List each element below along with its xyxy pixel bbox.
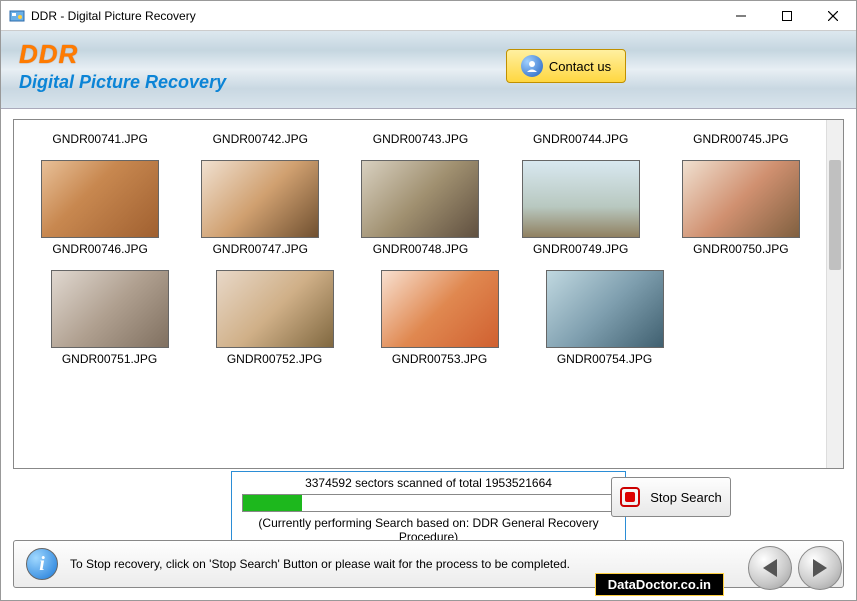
stop-search-button[interactable]: Stop Search: [611, 477, 731, 517]
thumbnail-image: [216, 270, 334, 348]
thumbnail-image: [201, 160, 319, 238]
progress-fill: [243, 495, 302, 511]
thumbnail-item[interactable]: GNDR00741.JPG: [23, 128, 178, 152]
thumbnail-label: GNDR00742.JPG: [183, 132, 338, 146]
thumbnail-label: GNDR00754.JPG: [527, 352, 682, 366]
contact-us-button[interactable]: Contact us: [506, 49, 626, 83]
thumbnail-item[interactable]: GNDR00751.JPG: [32, 262, 187, 372]
thumbnail-item[interactable]: GNDR00747.JPG: [183, 152, 338, 262]
contact-person-icon: [521, 55, 543, 77]
progress-status-text: 3374592 sectors scanned of total 1953521…: [242, 476, 615, 490]
titlebar: DDR - Digital Picture Recovery: [1, 1, 856, 31]
thumbnail-item[interactable]: GNDR00750.JPG: [663, 152, 818, 262]
thumbnail-item[interactable]: GNDR00746.JPG: [23, 152, 178, 262]
thumbnail-label: GNDR00750.JPG: [663, 242, 818, 256]
scrollbar-thumb[interactable]: [829, 160, 841, 270]
thumbnail-image: [522, 160, 640, 238]
thumbnail-item[interactable]: GNDR00743.JPG: [343, 128, 498, 152]
nav-buttons: [748, 546, 842, 590]
thumbnail-image: [361, 160, 479, 238]
close-button[interactable]: [810, 1, 856, 31]
thumbnail-label: GNDR00741.JPG: [23, 132, 178, 146]
thumbnail-item[interactable]: GNDR00742.JPG: [183, 128, 338, 152]
progress-bar: [242, 494, 615, 512]
gallery-row: GNDR00751.JPG GNDR00752.JPG GNDR00753.JP…: [20, 262, 821, 372]
thumbnail-label: GNDR00753.JPG: [362, 352, 517, 366]
thumbnail-image: [51, 270, 169, 348]
thumbnail-label: GNDR00751.JPG: [32, 352, 187, 366]
thumbnail-label: GNDR00749.JPG: [503, 242, 658, 256]
thumbnail-gallery: GNDR00741.JPG GNDR00742.JPG GNDR00743.JP…: [16, 122, 825, 466]
thumbnail-label: GNDR00747.JPG: [183, 242, 338, 256]
thumbnail-label: GNDR00745.JPG: [663, 132, 818, 146]
thumbnail-item[interactable]: GNDR00748.JPG: [343, 152, 498, 262]
arrow-right-icon: [813, 559, 827, 577]
gallery-row: GNDR00746.JPG GNDR00747.JPG GNDR00748.JP…: [20, 152, 821, 262]
maximize-button[interactable]: [764, 1, 810, 31]
app-subtitle: Digital Picture Recovery: [19, 72, 838, 93]
thumbnail-item[interactable]: GNDR00749.JPG: [503, 152, 658, 262]
thumbnail-image: [41, 160, 159, 238]
thumbnail-item[interactable]: GNDR00745.JPG: [663, 128, 818, 152]
gallery-row: GNDR00741.JPG GNDR00742.JPG GNDR00743.JP…: [20, 128, 821, 152]
contact-us-label: Contact us: [549, 59, 611, 74]
info-text: To Stop recovery, click on 'Stop Search'…: [70, 557, 831, 571]
thumbnail-image: [381, 270, 499, 348]
thumbnail-label: GNDR00748.JPG: [343, 242, 498, 256]
info-icon: i: [26, 548, 58, 580]
arrow-left-icon: [763, 559, 777, 577]
back-button[interactable]: [748, 546, 792, 590]
gallery-scrollbar[interactable]: [826, 120, 843, 468]
window-title: DDR - Digital Picture Recovery: [31, 9, 718, 23]
thumbnail-label: GNDR00746.JPG: [23, 242, 178, 256]
thumbnail-item[interactable]: GNDR00752.JPG: [197, 262, 352, 372]
header-banner: DDR Digital Picture Recovery Contact us: [1, 31, 856, 109]
thumbnail-label: GNDR00743.JPG: [343, 132, 498, 146]
thumbnail-item[interactable]: GNDR00744.JPG: [503, 128, 658, 152]
gallery-panel: GNDR00741.JPG GNDR00742.JPG GNDR00743.JP…: [13, 119, 844, 469]
stop-icon: [620, 487, 640, 507]
progress-panel: 3374592 sectors scanned of total 1953521…: [231, 471, 626, 551]
app-icon: [9, 8, 25, 24]
thumbnail-label: GNDR00744.JPG: [503, 132, 658, 146]
watermark-label: DataDoctor.co.in: [595, 573, 724, 596]
thumbnail-item[interactable]: GNDR00754.JPG: [527, 262, 682, 372]
thumbnail-image: [546, 270, 664, 348]
brand-logo: DDR: [19, 39, 838, 70]
thumbnail-image: [682, 160, 800, 238]
stop-search-label: Stop Search: [650, 490, 722, 505]
thumbnail-item[interactable]: GNDR00753.JPG: [362, 262, 517, 372]
next-button[interactable]: [798, 546, 842, 590]
minimize-button[interactable]: [718, 1, 764, 31]
thumbnail-label: GNDR00752.JPG: [197, 352, 352, 366]
